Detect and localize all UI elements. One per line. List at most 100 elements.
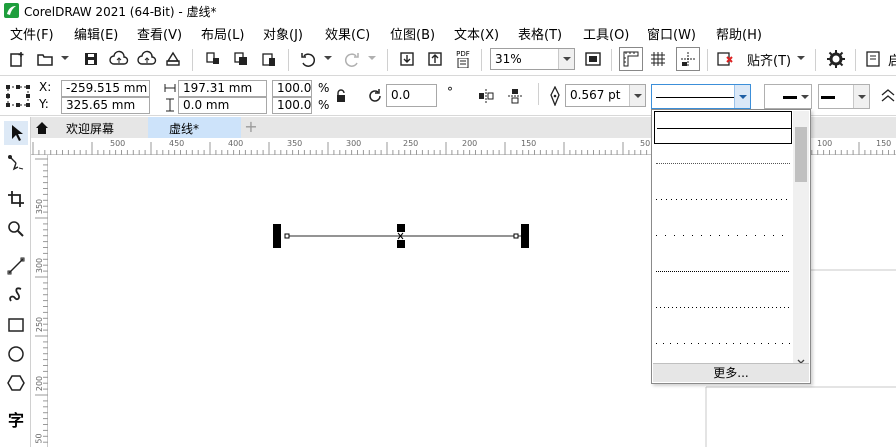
open-folder-icon[interactable] xyxy=(34,48,56,70)
redo-icon[interactable] xyxy=(341,48,363,70)
save-icon[interactable] xyxy=(80,48,102,70)
ellipse-tool-icon[interactable] xyxy=(4,342,28,366)
window-title: CorelDRAW 2021 (64-Bit) - 虚线* xyxy=(24,5,217,19)
line-style-option-sparse-dots[interactable] xyxy=(654,218,794,254)
mirror-vertical-icon[interactable] xyxy=(506,87,524,108)
line-style-dropdown-button[interactable] xyxy=(734,85,750,108)
line-style-option-solid[interactable] xyxy=(654,111,792,144)
selection-handle-mid-left[interactable] xyxy=(273,232,281,240)
selection-handle-bottom-center[interactable] xyxy=(397,240,405,248)
line-style-option-medium-dots[interactable] xyxy=(654,290,794,326)
lock-ratio-icon[interactable] xyxy=(335,89,347,106)
menu-file[interactable]: 文件(F) xyxy=(10,24,54,43)
line-node-start[interactable] xyxy=(284,233,290,239)
start-arrowhead-select[interactable] xyxy=(764,84,812,109)
collapse-chevrons-icon[interactable] xyxy=(880,87,896,108)
redo-dropdown-arrow[interactable] xyxy=(368,56,376,60)
line-style-option-fine-dots[interactable] xyxy=(654,146,794,182)
more-line-styles-button[interactable]: 更多... xyxy=(653,363,809,382)
end-arrowhead-select[interactable] xyxy=(818,84,870,109)
line-style-option-dense-dots[interactable] xyxy=(654,254,794,290)
tab-document[interactable]: 虚线* xyxy=(148,117,241,138)
selection-handle-mid-right[interactable] xyxy=(521,232,529,240)
end-arrowhead-dropdown[interactable] xyxy=(853,85,869,108)
line-node-end[interactable] xyxy=(513,233,519,239)
selection-handle-top-left[interactable] xyxy=(273,224,281,232)
selection-handle-top-right[interactable] xyxy=(521,224,529,232)
y-position-field[interactable]: 325.65 mm xyxy=(61,97,150,114)
height-field[interactable]: 0.0 mm xyxy=(178,97,267,114)
x-position-field[interactable]: -259.515 mm xyxy=(61,80,150,97)
copy-icon[interactable] xyxy=(230,48,252,70)
menu-text[interactable]: 文本(X) xyxy=(454,24,499,43)
zoom-tool-icon[interactable] xyxy=(4,217,28,241)
print-icon[interactable] xyxy=(162,48,184,70)
object-origin-icon[interactable] xyxy=(5,84,31,111)
undo-dropdown-arrow[interactable] xyxy=(324,56,332,60)
crop-tool-icon[interactable] xyxy=(4,187,28,211)
outline-width-field[interactable]: 0.567 pt xyxy=(565,84,646,107)
cloud-share-icon[interactable] xyxy=(136,48,158,70)
home-icon[interactable] xyxy=(31,117,53,138)
cut-icon[interactable] xyxy=(202,48,224,70)
toolbar-separator xyxy=(707,49,708,71)
outline-width-dropdown[interactable] xyxy=(629,85,645,106)
selection-handle-bottom-right[interactable] xyxy=(521,240,529,248)
cloud-upload-icon[interactable] xyxy=(108,48,130,70)
menu-object[interactable]: 对象(J) xyxy=(263,24,303,43)
rotation-angle-field[interactable]: 0.0 xyxy=(386,84,437,107)
line-style-select[interactable] xyxy=(651,84,751,109)
line-style-sample-solid xyxy=(657,128,791,129)
menu-table[interactable]: 表格(T) xyxy=(518,24,562,43)
menu-edit[interactable]: 编辑(E) xyxy=(74,24,118,43)
new-document-icon[interactable] xyxy=(6,48,28,70)
scale-y-field[interactable]: 100.0 xyxy=(272,97,312,114)
vertical-ruler[interactable]: 350 300 250 200 50 xyxy=(31,155,48,447)
show-rulers-icon[interactable] xyxy=(619,47,643,71)
line-style-option-wide-dots[interactable] xyxy=(654,326,794,362)
export-icon[interactable] xyxy=(424,48,446,70)
mirror-horizontal-icon[interactable] xyxy=(477,87,495,108)
artistic-media-tool-icon[interactable] xyxy=(4,283,28,307)
shape-tool-icon[interactable] xyxy=(4,151,28,175)
add-tab-icon[interactable]: + xyxy=(243,119,259,135)
selection-handle-bottom-left[interactable] xyxy=(273,240,281,248)
options-gear-icon[interactable] xyxy=(825,48,847,70)
full-screen-preview-icon[interactable] xyxy=(582,48,604,70)
scroll-down-icon[interactable] xyxy=(797,354,805,364)
text-tool-icon[interactable]: 字 xyxy=(4,407,28,431)
truncated-toolbar-label: 启 xyxy=(888,54,896,69)
line-style-scrollbar[interactable] xyxy=(793,111,809,364)
pick-tool-icon[interactable] xyxy=(4,121,28,145)
undo-icon[interactable] xyxy=(297,48,319,70)
launch-icon[interactable] xyxy=(862,48,884,70)
snap-to-label[interactable]: 贴齐(T) xyxy=(747,50,791,69)
paste-icon[interactable] xyxy=(258,48,280,70)
open-dropdown-arrow[interactable] xyxy=(61,56,69,60)
line-style-dropdown-list[interactable]: 更多... xyxy=(651,109,811,384)
ruler-tick-label: 100 xyxy=(817,139,833,148)
menu-bitmaps[interactable]: 位图(B) xyxy=(390,24,435,43)
freehand-tool-icon[interactable] xyxy=(4,254,28,278)
menu-view[interactable]: 查看(V) xyxy=(137,24,182,43)
menu-layout[interactable]: 布局(L) xyxy=(201,24,244,43)
rectangle-tool-icon[interactable] xyxy=(4,313,28,337)
menu-effects[interactable]: 效果(C) xyxy=(325,24,370,43)
menu-window[interactable]: 窗口(W) xyxy=(647,24,696,43)
menu-help[interactable]: 帮助(H) xyxy=(716,24,762,43)
line-style-option-dots[interactable] xyxy=(654,182,794,218)
show-grid-icon[interactable] xyxy=(647,48,669,70)
width-field[interactable]: 197.31 mm xyxy=(178,80,267,97)
export-pdf-icon[interactable]: PDF xyxy=(452,48,474,70)
show-guidelines-icon[interactable] xyxy=(676,47,700,71)
import-icon[interactable] xyxy=(396,48,418,70)
snap-dropdown-arrow[interactable] xyxy=(797,56,805,60)
menu-tools[interactable]: 工具(O) xyxy=(583,24,629,43)
zoom-dropdown-button[interactable] xyxy=(558,49,574,69)
zoom-level-combobox[interactable]: 31% xyxy=(490,48,575,70)
selection-handle-top-center[interactable] xyxy=(397,224,405,232)
polygon-tool-icon[interactable] xyxy=(4,371,28,395)
scrollbar-thumb[interactable] xyxy=(795,127,807,182)
scale-x-field[interactable]: 100.0 xyxy=(272,80,312,97)
snap-off-icon[interactable] xyxy=(714,48,736,70)
